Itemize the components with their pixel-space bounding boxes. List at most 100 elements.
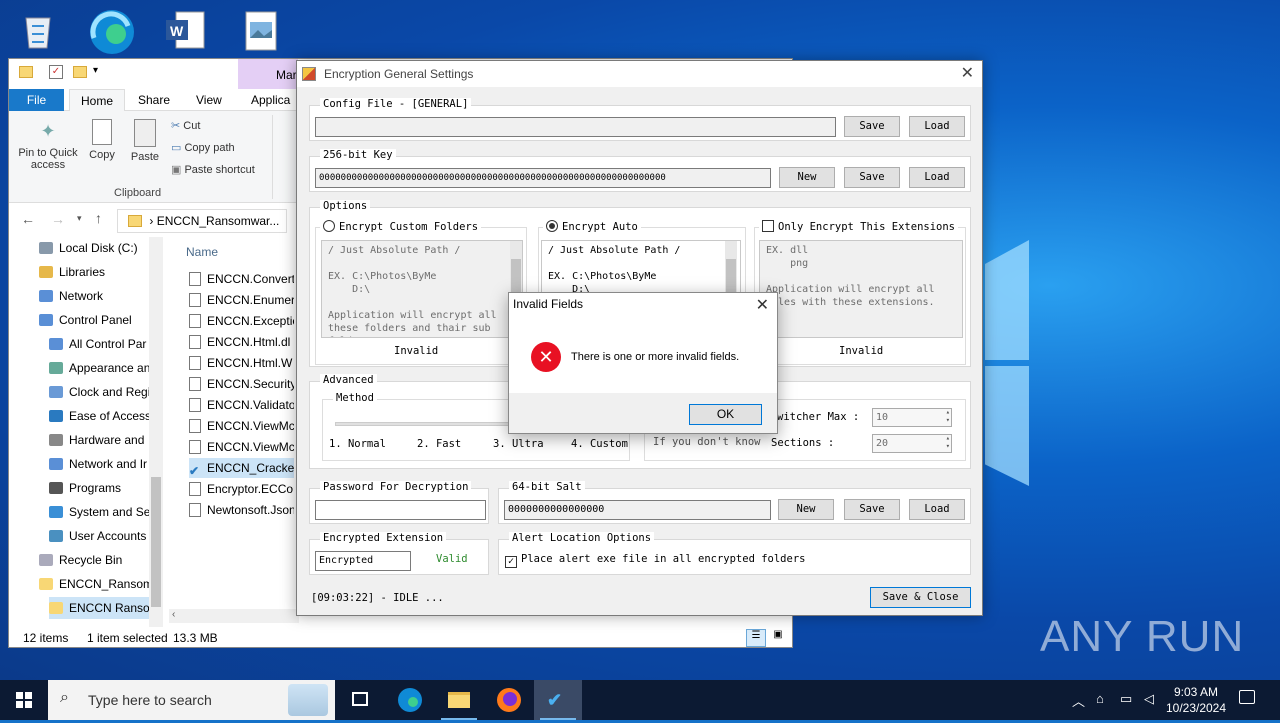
extensions-checkbox[interactable]: Only Encrypt This Extensions: [759, 220, 959, 233]
key-new-button[interactable]: New: [779, 167, 835, 188]
checkbox-extensions[interactable]: [762, 220, 774, 232]
paste-shortcut-button[interactable]: ▣ Paste shortcut: [171, 163, 255, 176]
file-item[interactable]: ENCCN.ViewMc: [189, 416, 294, 436]
sections-spinner[interactable]: 20: [872, 434, 952, 453]
nav-item-hardware[interactable]: Hardware and: [49, 429, 159, 451]
nav-item-all-control-panel[interactable]: All Control Par: [49, 333, 159, 355]
back-arrow-icon[interactable]: ←: [21, 211, 35, 227]
nav-item-user-accounts[interactable]: User Accounts: [49, 525, 159, 547]
nav-item-appearance[interactable]: Appearance an: [49, 357, 159, 379]
file-explorer-taskbar-icon[interactable]: [435, 680, 483, 720]
method-ultra[interactable]: 3. Ultra: [493, 438, 544, 450]
close-icon[interactable]: ✕: [756, 295, 769, 315]
file-item[interactable]: ENCCN.Enumer: [189, 290, 294, 310]
key-save-button[interactable]: Save: [844, 167, 900, 188]
nav-item-clock[interactable]: Clock and Regi: [49, 381, 159, 403]
nav-item-network[interactable]: Network: [39, 285, 159, 307]
pin-to-quick-access-button[interactable]: ✦ Pin to Quick access: [15, 121, 81, 171]
method-normal[interactable]: 1. Normal: [329, 438, 386, 450]
task-view-icon[interactable]: [336, 680, 384, 720]
extensions-textarea[interactable]: EX. dll png Application will encrypt all…: [759, 240, 963, 338]
large-icons-view-icon[interactable]: ▣: [769, 629, 787, 647]
file-item[interactable]: ENCCN.Convert: [189, 269, 294, 289]
nav-scrollbar-thumb[interactable]: [151, 477, 161, 607]
tab-file[interactable]: File: [9, 89, 64, 111]
tab-home[interactable]: Home: [69, 89, 125, 112]
new-folder-icon[interactable]: [73, 66, 87, 78]
config-file-field[interactable]: [315, 117, 836, 137]
enccn-app-taskbar-icon[interactable]: ✔: [534, 680, 582, 720]
file-item[interactable]: ENCCN.Html.W: [189, 353, 292, 373]
nav-item-network-internet[interactable]: Network and Ir: [49, 453, 159, 475]
edge-icon[interactable]: [88, 8, 134, 54]
paste-button[interactable]: Paste: [127, 119, 163, 163]
password-field[interactable]: [315, 500, 486, 520]
file-item[interactable]: ENCCN.ViewMc: [189, 437, 294, 457]
edge-taskbar-icon[interactable]: [386, 680, 434, 720]
chevron-down-icon[interactable]: ▾: [93, 65, 98, 76]
tab-view[interactable]: View: [196, 93, 222, 107]
properties-icon[interactable]: ✓: [49, 65, 63, 79]
key-load-button[interactable]: Load: [909, 167, 965, 188]
salt-load-button[interactable]: Load: [909, 499, 965, 520]
config-save-button[interactable]: Save: [844, 116, 900, 137]
details-view-icon[interactable]: ☰: [746, 629, 766, 647]
forward-arrow-icon[interactable]: →: [51, 211, 65, 227]
manage-context-tab[interactable]: Mar: [238, 59, 298, 89]
nav-scrollbar[interactable]: [149, 237, 163, 627]
nav-item-system-security[interactable]: System and Sec: [49, 501, 159, 523]
search-box[interactable]: ⌕ Type here to search: [48, 680, 335, 720]
cut-button[interactable]: ✂ Cut: [171, 119, 200, 132]
display-icon[interactable]: ▭: [1120, 691, 1132, 707]
checkbox-alert[interactable]: ✓: [505, 556, 517, 568]
file-item[interactable]: ENCCN.Html.dl: [189, 332, 290, 352]
ok-button[interactable]: OK: [689, 404, 762, 425]
tab-share[interactable]: Share: [138, 93, 170, 107]
nav-item-local-disk[interactable]: Local Disk (C:): [39, 237, 159, 259]
file-item[interactable]: Encryptor.ECCo: [189, 479, 293, 499]
method-custom[interactable]: 4. Custom: [571, 438, 628, 450]
image-file-icon[interactable]: [240, 8, 284, 52]
nav-item-ease-of-access[interactable]: Ease of Access: [49, 405, 159, 427]
nav-item-libraries[interactable]: Libraries: [39, 261, 159, 283]
clock[interactable]: 9:03 AM 10/23/2024: [1162, 684, 1230, 716]
encrypt-auto-radio[interactable]: Encrypt Auto: [543, 220, 641, 233]
nav-item-programs[interactable]: Programs: [49, 477, 159, 499]
save-close-button[interactable]: Save & Close: [870, 587, 971, 608]
tab-application[interactable]: Applica: [251, 93, 290, 107]
file-item-selected[interactable]: ✔ ENCCN_Cracked: [189, 458, 294, 478]
file-item[interactable]: ENCCN.Exceptic: [189, 311, 294, 331]
switcher-max-spinner[interactable]: 10: [872, 408, 952, 427]
method-fast[interactable]: 2. Fast: [417, 438, 461, 450]
notification-icon[interactable]: [1239, 690, 1255, 704]
nav-item-recycle-bin[interactable]: Recycle Bin: [39, 549, 159, 571]
up-arrow-icon[interactable]: ↑: [95, 210, 102, 226]
key-field[interactable]: 0000000000000000000000000000000000000000…: [315, 168, 771, 188]
file-item[interactable]: ENCCN.Validato: [189, 395, 294, 415]
close-icon[interactable]: ✕: [961, 63, 974, 83]
salt-new-button[interactable]: New: [778, 499, 834, 520]
salt-field[interactable]: 0000000000000000: [504, 500, 771, 520]
extension-field[interactable]: Encrypted: [315, 551, 411, 571]
horizontal-scrollbar[interactable]: ‹: [169, 609, 299, 623]
recent-chevron-icon[interactable]: ▾: [77, 213, 82, 224]
nav-item-control-panel[interactable]: Control Panel: [39, 309, 159, 331]
network-icon[interactable]: ⌂: [1096, 691, 1104, 706]
radio-custom[interactable]: [323, 220, 335, 232]
show-hidden-icons-chevron[interactable]: ︿: [1072, 691, 1085, 710]
file-item[interactable]: Newtonsoft.Json: [189, 500, 294, 520]
word-doc-icon[interactable]: W: [164, 8, 208, 52]
copy-path-button[interactable]: ▭ Copy path: [171, 141, 235, 154]
copy-button[interactable]: Copy: [87, 119, 117, 161]
folder-icon[interactable]: [19, 66, 33, 78]
firefox-taskbar-icon[interactable]: [485, 680, 533, 720]
alert-checkbox[interactable]: ✓ Place alert exe file in all encrypted f…: [505, 553, 805, 568]
custom-folders-radio[interactable]: Encrypt Custom Folders: [320, 220, 482, 233]
nav-item-enccn-folder[interactable]: ENCCN_Ransom: [39, 573, 159, 595]
nav-item-enccn-selected[interactable]: ENCCN Ranson: [49, 597, 159, 619]
start-button[interactable]: [0, 680, 48, 720]
radio-auto[interactable]: [546, 220, 558, 232]
salt-save-button[interactable]: Save: [844, 499, 900, 520]
file-item[interactable]: ENCCN.Security: [189, 374, 294, 394]
custom-folders-textarea[interactable]: / Just Absolute Path / EX. C:\Photos\ByM…: [321, 240, 523, 338]
